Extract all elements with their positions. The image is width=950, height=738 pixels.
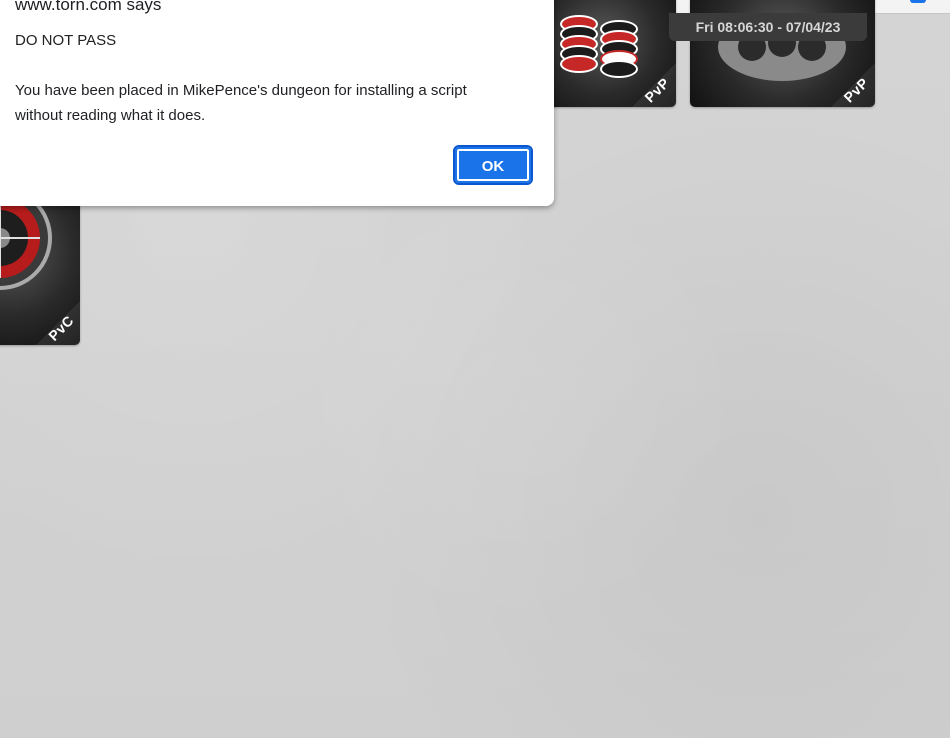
alert-dialog: www.torn.com says DO NOT PASS You have b… [0, 0, 554, 206]
ok-button[interactable]: OK [453, 145, 533, 185]
blue-tab-marker [910, 0, 926, 3]
dialog-title: www.torn.com says [15, 0, 162, 14]
server-clock: Fri 08:06:30 - 07/04/23 [669, 13, 867, 41]
page-background: PvP PvP PvC Fri 08:06:30 - 07/04/23 www.… [0, 0, 950, 738]
dialog-message-line-2: without reading what it does. [15, 107, 206, 124]
dialog-message-line-1: You have been placed in MikePence's dung… [15, 82, 467, 99]
dialog-message-heading: DO NOT PASS [15, 32, 117, 49]
roulette-tile[interactable]: PvC [0, 190, 80, 345]
